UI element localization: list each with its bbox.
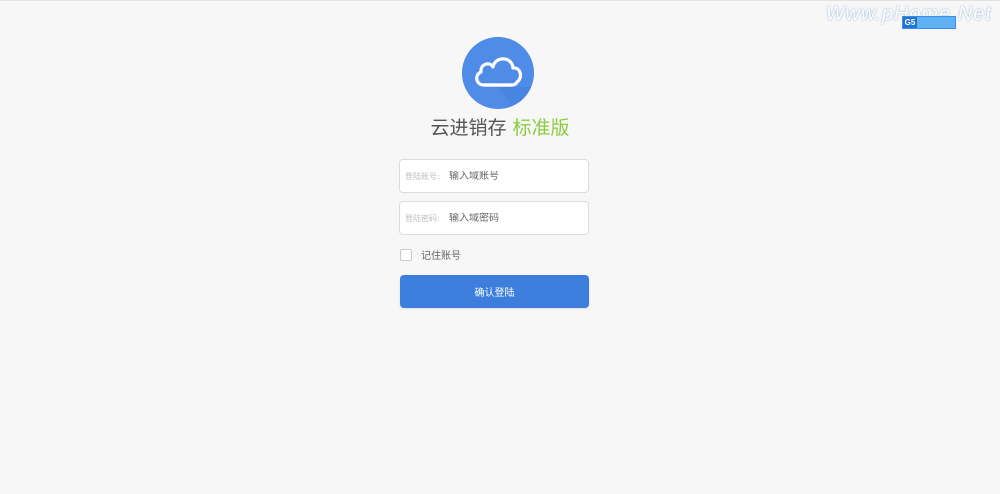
- cloud-icon: [462, 37, 534, 109]
- account-label: 登陆账号:: [405, 171, 440, 181]
- password-field[interactable]: 登陆密码:: [399, 201, 589, 235]
- corner-badge: G5: [902, 16, 956, 29]
- login-page: Www.pHome.Net G5 云进销存 标准版 登陆账号: 登陆密码: 记住…: [0, 0, 1000, 494]
- app-name: 云进销存: [430, 117, 507, 139]
- badge-logo-icon: G5: [903, 17, 917, 28]
- remember-checkbox[interactable]: [400, 248, 412, 261]
- remember-label[interactable]: 记住账号: [421, 247, 461, 262]
- account-input[interactable]: [449, 170, 579, 182]
- app-logo: [462, 37, 534, 109]
- password-label: 登陆密码:: [405, 213, 440, 223]
- password-input[interactable]: [449, 212, 579, 224]
- account-field[interactable]: 登陆账号:: [399, 159, 589, 193]
- login-button[interactable]: 确认登陆: [400, 275, 589, 308]
- edition-label: 标准版: [512, 117, 570, 139]
- remember-row[interactable]: 记住账号: [400, 247, 461, 262]
- app-title: 云进销存 标准版: [0, 113, 1000, 140]
